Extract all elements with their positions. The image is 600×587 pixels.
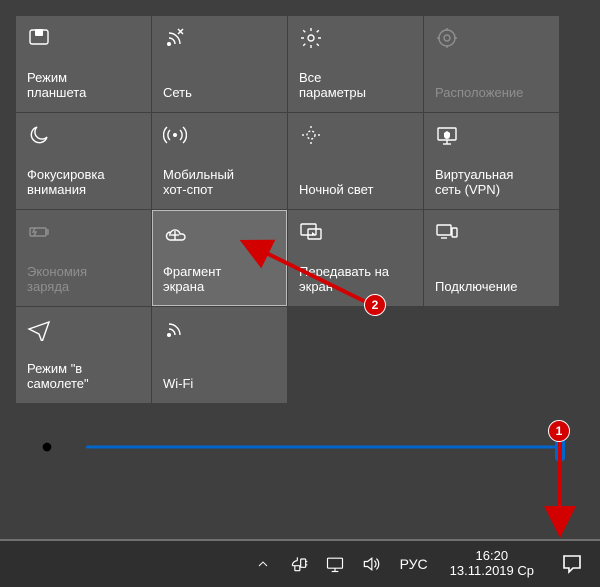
clock-date: 13.11.2019 Ср (450, 564, 534, 579)
tile-label: Сеть (163, 85, 276, 101)
network-icon (163, 25, 189, 51)
project-icon (299, 219, 325, 245)
gear-icon (299, 25, 325, 51)
tile-network[interactable]: Сеть (152, 16, 287, 112)
tile-label: Фокусировка внимания (27, 167, 140, 198)
tile-all-settings[interactable]: Все параметры (288, 16, 423, 112)
tile-battery-saver: Экономия заряда (16, 210, 151, 306)
action-center-button[interactable] (552, 544, 592, 584)
tile-connect[interactable]: Подключение (424, 210, 559, 306)
tile-vpn[interactable]: Виртуальная сеть (VPN) (424, 113, 559, 209)
tile-label: Фрагмент экрана (163, 264, 276, 295)
screenshot-stage: Режим планшета Сеть Все параметры Расположе… (0, 0, 600, 587)
snip-icon (163, 219, 189, 245)
tile-wifi[interactable]: Wi-Fi (152, 307, 287, 403)
clock-time: 16:20 (450, 549, 534, 564)
brightness-track (86, 446, 560, 449)
moon-icon (27, 122, 53, 148)
tile-airplane-mode[interactable]: Режим "в самолете" (16, 307, 151, 403)
tile-label: Виртуальная сеть (VPN) (435, 167, 548, 198)
brightness-row (30, 430, 560, 464)
tile-label: Wi-Fi (163, 376, 276, 392)
connect-icon (435, 219, 461, 245)
tile-project[interactable]: Передавать на экран (288, 210, 423, 306)
tile-label: Расположение (435, 85, 548, 101)
airplane-icon (27, 316, 53, 342)
tile-label: Все параметры (299, 70, 412, 101)
action-center-panel: Режим планшета Сеть Все параметры Расположе… (16, 16, 584, 403)
wifi-icon (163, 316, 189, 342)
taskbar: РУС 16:20 13.11.2019 Ср (0, 539, 600, 587)
hotspot-icon (163, 122, 189, 148)
quick-action-grid: Режим планшета Сеть Все параметры Расположе… (16, 16, 584, 403)
power-icon[interactable] (288, 553, 310, 575)
tile-label: Передавать на экран (299, 264, 412, 295)
tile-mobile-hotspot[interactable]: Мобильный хот-спот (152, 113, 287, 209)
brightness-icon (30, 430, 64, 464)
language-indicator[interactable]: РУС (396, 556, 432, 572)
location-icon (435, 25, 461, 51)
clock[interactable]: 16:20 13.11.2019 Ср (446, 549, 538, 579)
annotation-badge-1: 1 (548, 420, 570, 442)
tile-screen-snip[interactable]: Фрагмент экрана (152, 210, 287, 306)
chevron-up-icon[interactable] (252, 553, 274, 575)
tile-tablet-mode[interactable]: Режим планшета (16, 16, 151, 112)
nightlight-icon (299, 122, 325, 148)
tile-label: Режим "в самолете" (27, 361, 140, 392)
volume-icon[interactable] (360, 553, 382, 575)
tile-label: Ночной свет (299, 182, 412, 198)
tile-night-light[interactable]: Ночной свет (288, 113, 423, 209)
tile-location: Расположение (424, 16, 559, 112)
annotation-badge-2: 2 (364, 294, 386, 316)
tile-label: Мобильный хот-спот (163, 167, 276, 198)
tile-label: Экономия заряда (27, 264, 140, 295)
tablet-icon (27, 25, 53, 51)
tile-label: Подключение (435, 279, 548, 295)
network-tray-icon[interactable] (324, 553, 346, 575)
brightness-slider[interactable] (86, 435, 560, 459)
battery-icon (27, 219, 53, 245)
tile-focus-assist[interactable]: Фокусировка внимания (16, 113, 151, 209)
tile-label: Режим планшета (27, 70, 140, 101)
vpn-icon (435, 122, 461, 148)
